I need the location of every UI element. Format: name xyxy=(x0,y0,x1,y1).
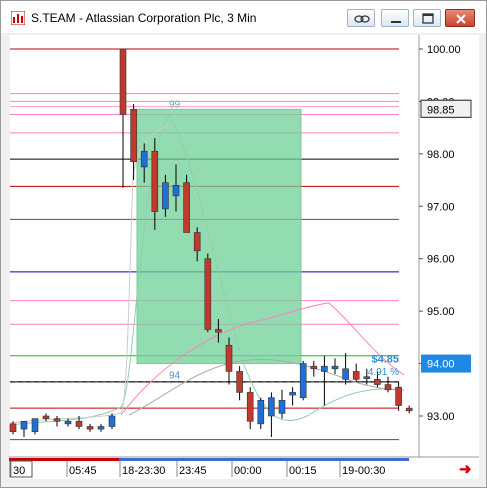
candle-body xyxy=(310,365,318,370)
time-tick-label: 18-23:30 xyxy=(122,465,165,477)
close-button[interactable] xyxy=(445,9,475,27)
candle-body xyxy=(53,418,61,422)
price-tick-label: 97.00 xyxy=(427,201,455,213)
time-tick-label: 19-00:30 xyxy=(342,465,385,477)
candle-body xyxy=(75,420,83,427)
candle-body xyxy=(183,182,190,233)
candle-body xyxy=(225,344,233,372)
candle-body xyxy=(268,397,275,417)
candle-body xyxy=(236,371,243,393)
box-bottom-label: 94 xyxy=(169,371,181,382)
candle-body xyxy=(374,378,381,385)
link-icon xyxy=(354,15,370,23)
maximize-icon xyxy=(422,13,434,24)
candle-body xyxy=(193,232,201,252)
minimize-icon xyxy=(391,21,401,23)
right-arrow-icon[interactable]: ➜ xyxy=(459,460,472,478)
change-amount-label: $4.85 xyxy=(371,354,399,366)
candle-body xyxy=(119,48,127,115)
candle-body xyxy=(64,420,72,425)
time-tick-label: 23:45 xyxy=(179,465,207,477)
blue-price-label: 94.00 xyxy=(427,359,455,371)
chart-area[interactable]: 99 94 $4.85 4.91 % 100.00 98.00 97.00 96.00 95.0… xyxy=(9,35,479,479)
candle-body xyxy=(321,365,328,372)
candle-body xyxy=(331,365,339,370)
price-tick-label: 95.00 xyxy=(427,306,455,318)
price-tick-label: 93.00 xyxy=(427,411,455,423)
box-top-label: 99 xyxy=(169,99,181,110)
current-price-label: 98.85 xyxy=(427,104,455,116)
minimize-button[interactable] xyxy=(381,9,409,27)
price-tick-label: 100.00 xyxy=(427,44,461,56)
candle-body xyxy=(31,418,39,433)
change-percent-label: 4.91 % xyxy=(368,367,399,378)
link-button[interactable] xyxy=(347,9,375,27)
candle-body xyxy=(20,420,28,430)
price-tick-label: 98.00 xyxy=(427,149,455,161)
time-tick-label: 00:15 xyxy=(289,465,317,477)
candle-body xyxy=(289,392,296,396)
candle-body xyxy=(405,407,413,412)
candle-body xyxy=(108,415,116,427)
candle-body xyxy=(130,108,137,163)
candle-body xyxy=(97,426,105,430)
candle-body xyxy=(215,329,222,333)
candle-body xyxy=(172,185,180,197)
chart-window: S.TEAM - Atlassian Corporation Plc, 3 Mi… xyxy=(0,0,487,488)
candle-body xyxy=(278,399,286,414)
candle-body xyxy=(246,392,254,422)
time-tick-label: 30 xyxy=(13,465,25,477)
price-chart[interactable]: 99 94 $4.854.91 % 100.00 98.00 97.00 96.00 95.0… xyxy=(9,35,479,479)
close-icon xyxy=(456,14,466,24)
candle-body xyxy=(204,258,212,330)
price-tick-label: 96.00 xyxy=(427,254,455,266)
candle-body xyxy=(86,426,94,430)
candle-body xyxy=(140,150,148,168)
time-strip-blue xyxy=(119,458,409,461)
candle-body xyxy=(9,423,17,433)
app-icon xyxy=(11,11,25,25)
candle-body xyxy=(384,384,392,391)
candle-body xyxy=(151,150,159,212)
candle-body xyxy=(42,415,50,419)
candle-body xyxy=(395,386,402,406)
maximize-button[interactable] xyxy=(413,9,441,27)
candle-body xyxy=(342,368,349,380)
time-tick-label: 05:45 xyxy=(69,465,97,477)
candle-body xyxy=(257,399,265,425)
candle-body xyxy=(352,371,360,380)
window-title: S.TEAM - Atlassian Corporation Plc, 3 Mi… xyxy=(31,11,257,25)
title-bar[interactable]: S.TEAM - Atlassian Corporation Plc, 3 Mi… xyxy=(1,1,486,33)
candle-body xyxy=(162,182,169,210)
candle-body xyxy=(299,363,307,398)
measure-box xyxy=(136,108,302,365)
time-tick-label: 00:00 xyxy=(234,465,262,477)
